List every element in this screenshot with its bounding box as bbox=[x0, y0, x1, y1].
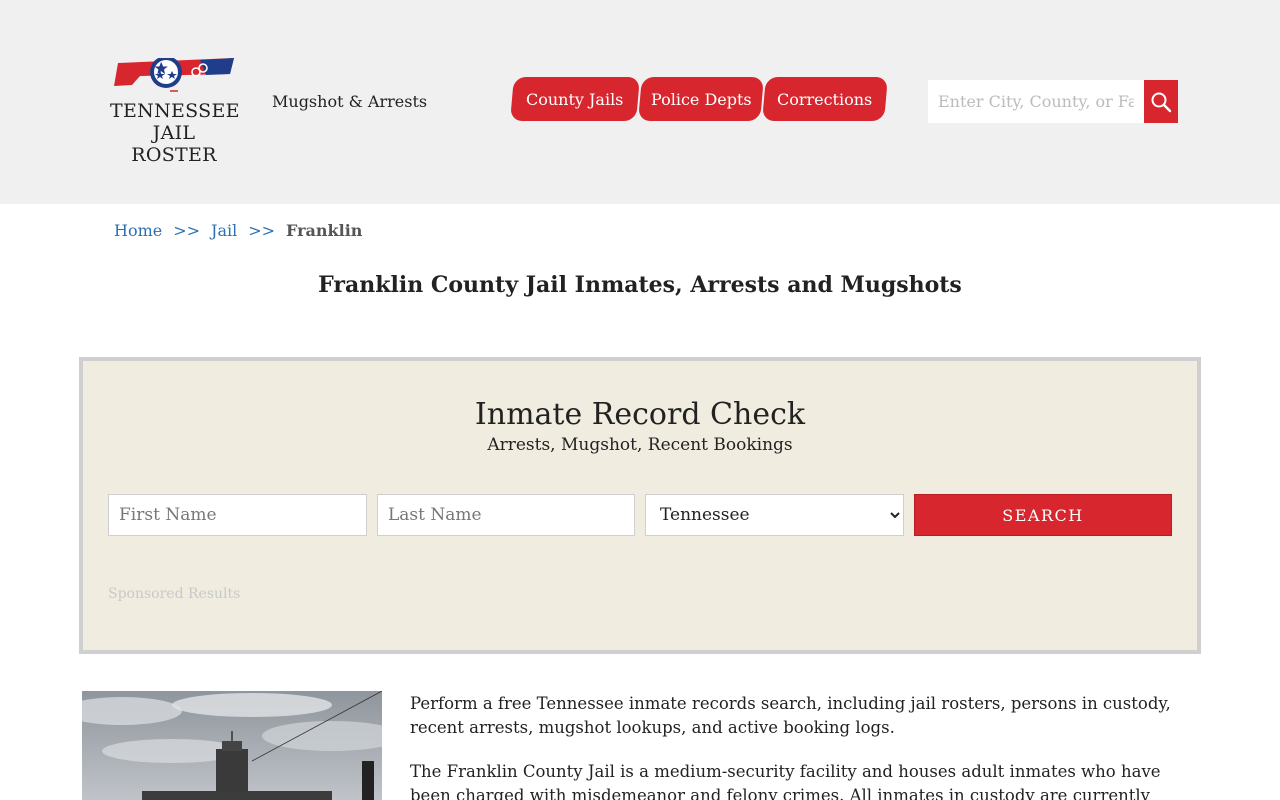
nav-county-jails-button[interactable]: County Jails bbox=[510, 77, 640, 121]
nav-label: Corrections bbox=[777, 89, 873, 109]
logo-text-line1: TENNESSEE bbox=[110, 100, 240, 122]
breadcrumb: Home >> Jail >> Franklin bbox=[114, 221, 362, 240]
breadcrumb-home-link[interactable]: Home bbox=[114, 221, 162, 240]
record-check-title: Inmate Record Check bbox=[474, 397, 806, 432]
nav-police-depts-button[interactable]: Police Depts bbox=[638, 77, 764, 121]
site-logo[interactable]: TENNESSEE JAIL ROSTER bbox=[110, 58, 240, 166]
site-header: TENNESSEE JAIL ROSTER Mugshot & Arrests … bbox=[0, 0, 1280, 204]
site-search bbox=[928, 80, 1178, 123]
jail-building-image-icon bbox=[82, 691, 382, 800]
page-title: Franklin County Jail Inmates, Arrests an… bbox=[318, 272, 962, 298]
nav-corrections-button[interactable]: Corrections bbox=[762, 77, 888, 121]
first-name-input[interactable] bbox=[108, 494, 367, 536]
tennessee-flag-logo-icon bbox=[114, 58, 234, 92]
intro-paragraph: Perform a free Tennessee inmate records … bbox=[410, 694, 1171, 737]
site-tagline: Mugshot & Arrests bbox=[272, 92, 428, 111]
nav-label: Police Depts bbox=[650, 89, 752, 109]
search-icon bbox=[1151, 92, 1172, 112]
state-select[interactable]: Tennessee bbox=[645, 494, 904, 536]
breadcrumb-jail-link[interactable]: Jail bbox=[211, 221, 237, 240]
last-name-input[interactable] bbox=[377, 494, 635, 536]
site-search-button[interactable] bbox=[1144, 80, 1178, 123]
jail-building-photo bbox=[82, 691, 382, 800]
logo-text-line2: JAIL ROSTER bbox=[131, 122, 217, 166]
breadcrumb-current: Franklin bbox=[286, 221, 363, 240]
nav-label: County Jails bbox=[526, 89, 624, 109]
record-check-subtitle: Arrests, Mugshot, Recent Bookings bbox=[487, 435, 793, 455]
facility-paragraph: The Franklin County Jail is a medium-sec… bbox=[410, 762, 1161, 800]
sponsored-results-label: Sponsored Results bbox=[108, 586, 241, 602]
breadcrumb-separator: >> bbox=[173, 221, 201, 240]
inmate-record-check-panel: Inmate Record Check Arrests, Mugshot, Re… bbox=[79, 357, 1201, 654]
breadcrumb-separator: >> bbox=[248, 221, 276, 240]
record-search-button[interactable]: SEARCH bbox=[914, 494, 1172, 536]
site-search-input[interactable] bbox=[928, 80, 1144, 123]
